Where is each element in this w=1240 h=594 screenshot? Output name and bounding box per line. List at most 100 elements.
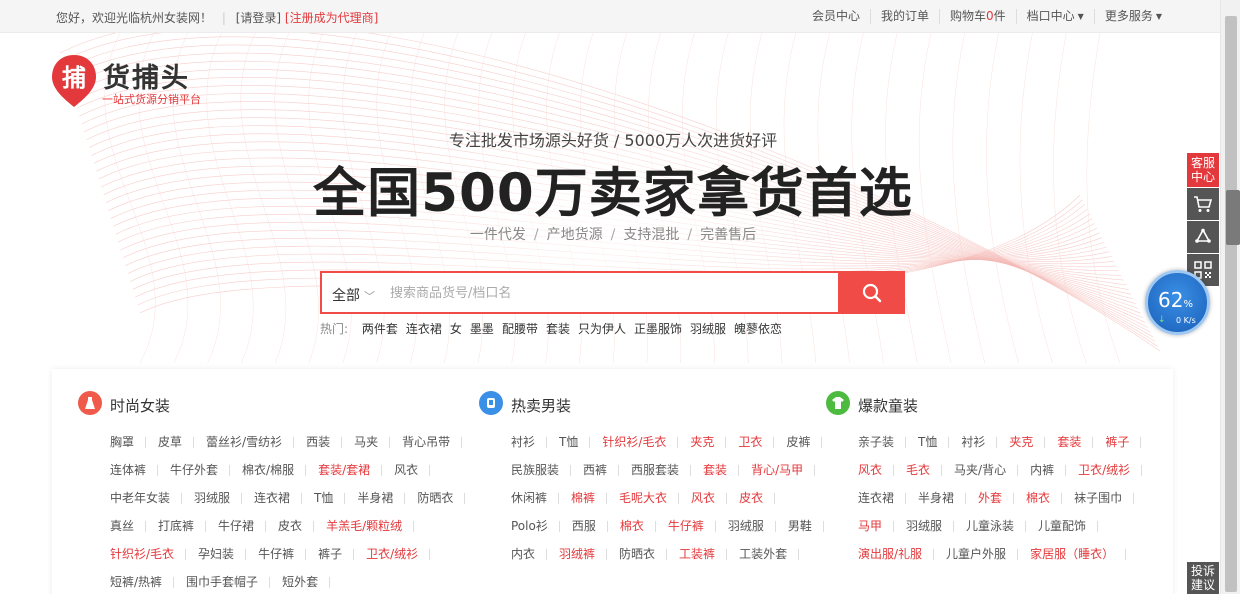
search-input[interactable] bbox=[390, 281, 830, 305]
category-link[interactable]: 打底裤 bbox=[158, 512, 207, 540]
hot-keyword[interactable]: 连衣裙 bbox=[406, 322, 442, 336]
category-link[interactable]: 卫衣 bbox=[738, 428, 775, 456]
category-link[interactable]: 风衣 bbox=[394, 456, 431, 484]
category-link[interactable]: 民族服装 bbox=[511, 456, 572, 484]
category-link[interactable]: 儿童配饰 bbox=[1038, 512, 1099, 540]
category-link[interactable]: T恤 bbox=[918, 428, 950, 456]
category-link[interactable]: T恤 bbox=[314, 484, 346, 512]
hot-keyword[interactable]: 墨墨 bbox=[470, 322, 494, 336]
more-services-menu[interactable]: 更多服务 ▼ bbox=[1095, 9, 1162, 24]
stall-center-menu[interactable]: 档口中心 ▼ bbox=[1017, 9, 1095, 24]
category-link[interactable]: 马夹/背心 bbox=[954, 456, 1019, 484]
category-link[interactable]: 背心/马甲 bbox=[751, 456, 816, 484]
category-link[interactable]: 毛衣 bbox=[906, 456, 943, 484]
hot-keyword[interactable]: 女 bbox=[450, 322, 462, 336]
category-link[interactable]: 裤子 bbox=[1105, 428, 1142, 456]
login-link[interactable]: [请登录] bbox=[236, 11, 281, 25]
category-link[interactable]: 胸罩 bbox=[110, 428, 147, 456]
complaint-button[interactable]: 投诉建议 bbox=[1187, 562, 1219, 594]
category-link[interactable]: 皮裤 bbox=[786, 428, 823, 456]
category-link[interactable]: 夹克 bbox=[690, 428, 727, 456]
category-link[interactable]: 羊羔毛/颗粒绒 bbox=[326, 512, 415, 540]
category-link[interactable]: 西服 bbox=[572, 512, 608, 540]
category-link[interactable]: 皮衣 bbox=[739, 484, 776, 512]
side-handle[interactable] bbox=[1226, 190, 1240, 245]
category-link[interactable]: 衬衫 bbox=[511, 428, 548, 456]
category-link[interactable]: 连衣裙 bbox=[858, 484, 907, 512]
category-link[interactable]: 工装外套 bbox=[739, 540, 800, 568]
category-link[interactable]: 套装 bbox=[703, 456, 740, 484]
category-link[interactable]: 工装裤 bbox=[679, 540, 728, 568]
category-link[interactable]: 短外套 bbox=[282, 568, 331, 594]
category-link[interactable]: 孕妇装 bbox=[198, 540, 247, 568]
category-link[interactable]: 马夹 bbox=[354, 428, 391, 456]
category-link[interactable]: 牛仔裤 bbox=[668, 512, 716, 540]
site-logo[interactable]: 捕 货捕头 一站式货源分销平台 bbox=[50, 53, 220, 113]
category-link[interactable]: 中老年女装 bbox=[110, 484, 183, 512]
category-link[interactable]: 牛仔裤 bbox=[258, 540, 307, 568]
category-link[interactable]: 半身裙 bbox=[357, 484, 406, 512]
my-orders-link[interactable]: 我的订单 bbox=[871, 9, 940, 24]
category-link[interactable]: T恤 bbox=[559, 428, 591, 456]
category-link[interactable]: 马甲 bbox=[858, 512, 895, 540]
cart-link[interactable]: 购物车0件 bbox=[940, 9, 1017, 24]
category-link[interactable]: 西装 bbox=[306, 428, 343, 456]
category-link[interactable]: 儿童户外服 bbox=[946, 540, 1019, 568]
category-link[interactable]: 裤子 bbox=[318, 540, 355, 568]
category-link[interactable]: 棉衣 bbox=[620, 512, 656, 540]
category-link[interactable]: 连衣裙 bbox=[254, 484, 303, 512]
category-link[interactable]: 内衣 bbox=[511, 540, 548, 568]
hot-keyword[interactable]: 正墨服饰 bbox=[634, 322, 682, 336]
category-link[interactable]: 外套 bbox=[978, 484, 1015, 512]
category-link[interactable]: 防晒衣 bbox=[417, 484, 466, 512]
category-link[interactable]: 棉衣 bbox=[1026, 484, 1063, 512]
scrollbar-thumb[interactable] bbox=[1225, 16, 1237, 592]
category-link[interactable]: 套装 bbox=[1057, 428, 1094, 456]
hot-keyword[interactable]: 只为伊人 bbox=[578, 322, 626, 336]
search-button[interactable] bbox=[838, 271, 905, 314]
category-link[interactable]: 皮草 bbox=[158, 428, 195, 456]
category-link[interactable]: 西裤 bbox=[583, 456, 620, 484]
category-link[interactable]: 内裤 bbox=[1030, 456, 1067, 484]
category-link[interactable]: Polo衫 bbox=[511, 512, 560, 540]
category-link[interactable]: 棉裤 bbox=[571, 484, 608, 512]
category-link[interactable]: 卫衣/绒衫 bbox=[366, 540, 431, 568]
category-link[interactable]: 休闲裤 bbox=[511, 484, 560, 512]
category-link[interactable]: 羽绒服 bbox=[194, 484, 243, 512]
page-scrollbar[interactable] bbox=[1220, 0, 1240, 594]
category-link[interactable]: 棉衣/棉服 bbox=[242, 456, 307, 484]
register-link[interactable]: [注册成为代理商] bbox=[285, 11, 378, 25]
hot-keyword[interactable]: 套装 bbox=[546, 322, 570, 336]
category-link[interactable]: 风衣 bbox=[691, 484, 728, 512]
category-link[interactable]: 半身裙 bbox=[918, 484, 967, 512]
category-link[interactable]: 皮衣 bbox=[278, 512, 315, 540]
sidebar-share-button[interactable] bbox=[1187, 221, 1219, 253]
category-link[interactable]: 儿童泳装 bbox=[966, 512, 1027, 540]
category-link[interactable]: 演出服/礼服 bbox=[858, 540, 935, 568]
category-link[interactable]: 羽绒裤 bbox=[559, 540, 608, 568]
category-link[interactable]: 套装/套裙 bbox=[318, 456, 383, 484]
category-link[interactable]: 针织衫/毛衣 bbox=[110, 540, 187, 568]
category-link[interactable]: 连体裤 bbox=[110, 456, 159, 484]
hot-keyword[interactable]: 羽绒服 bbox=[690, 322, 726, 336]
category-link[interactable]: 衬衫 bbox=[961, 428, 998, 456]
member-center-link[interactable]: 会员中心 bbox=[802, 9, 871, 24]
category-link[interactable]: 围巾手套帽子 bbox=[186, 568, 271, 594]
sidebar-cart-button[interactable] bbox=[1187, 188, 1219, 220]
category-link[interactable]: 亲子装 bbox=[858, 428, 907, 456]
category-link[interactable]: 牛仔裙 bbox=[218, 512, 267, 540]
category-link[interactable]: 真丝 bbox=[110, 512, 147, 540]
category-link[interactable]: 防晒衣 bbox=[619, 540, 668, 568]
category-link[interactable]: 夹克 bbox=[1009, 428, 1046, 456]
hot-keyword[interactable]: 两件套 bbox=[362, 322, 398, 336]
category-link[interactable]: 羽绒服 bbox=[906, 512, 955, 540]
category-link[interactable]: 蕾丝衫/雪纺衫 bbox=[206, 428, 295, 456]
category-link[interactable]: 针织衫/毛衣 bbox=[602, 428, 679, 456]
category-link[interactable]: 家居服（睡衣） bbox=[1030, 540, 1127, 568]
customer-service-button[interactable]: 客服中心 bbox=[1187, 153, 1219, 187]
category-link[interactable]: 羽绒服 bbox=[728, 512, 776, 540]
category-link[interactable]: 袜子围巾 bbox=[1074, 484, 1135, 512]
category-link[interactable]: 男鞋 bbox=[788, 512, 824, 540]
hot-keyword[interactable]: 配腰带 bbox=[502, 322, 538, 336]
hot-keyword[interactable]: 魄蓼依恋 bbox=[734, 322, 782, 336]
